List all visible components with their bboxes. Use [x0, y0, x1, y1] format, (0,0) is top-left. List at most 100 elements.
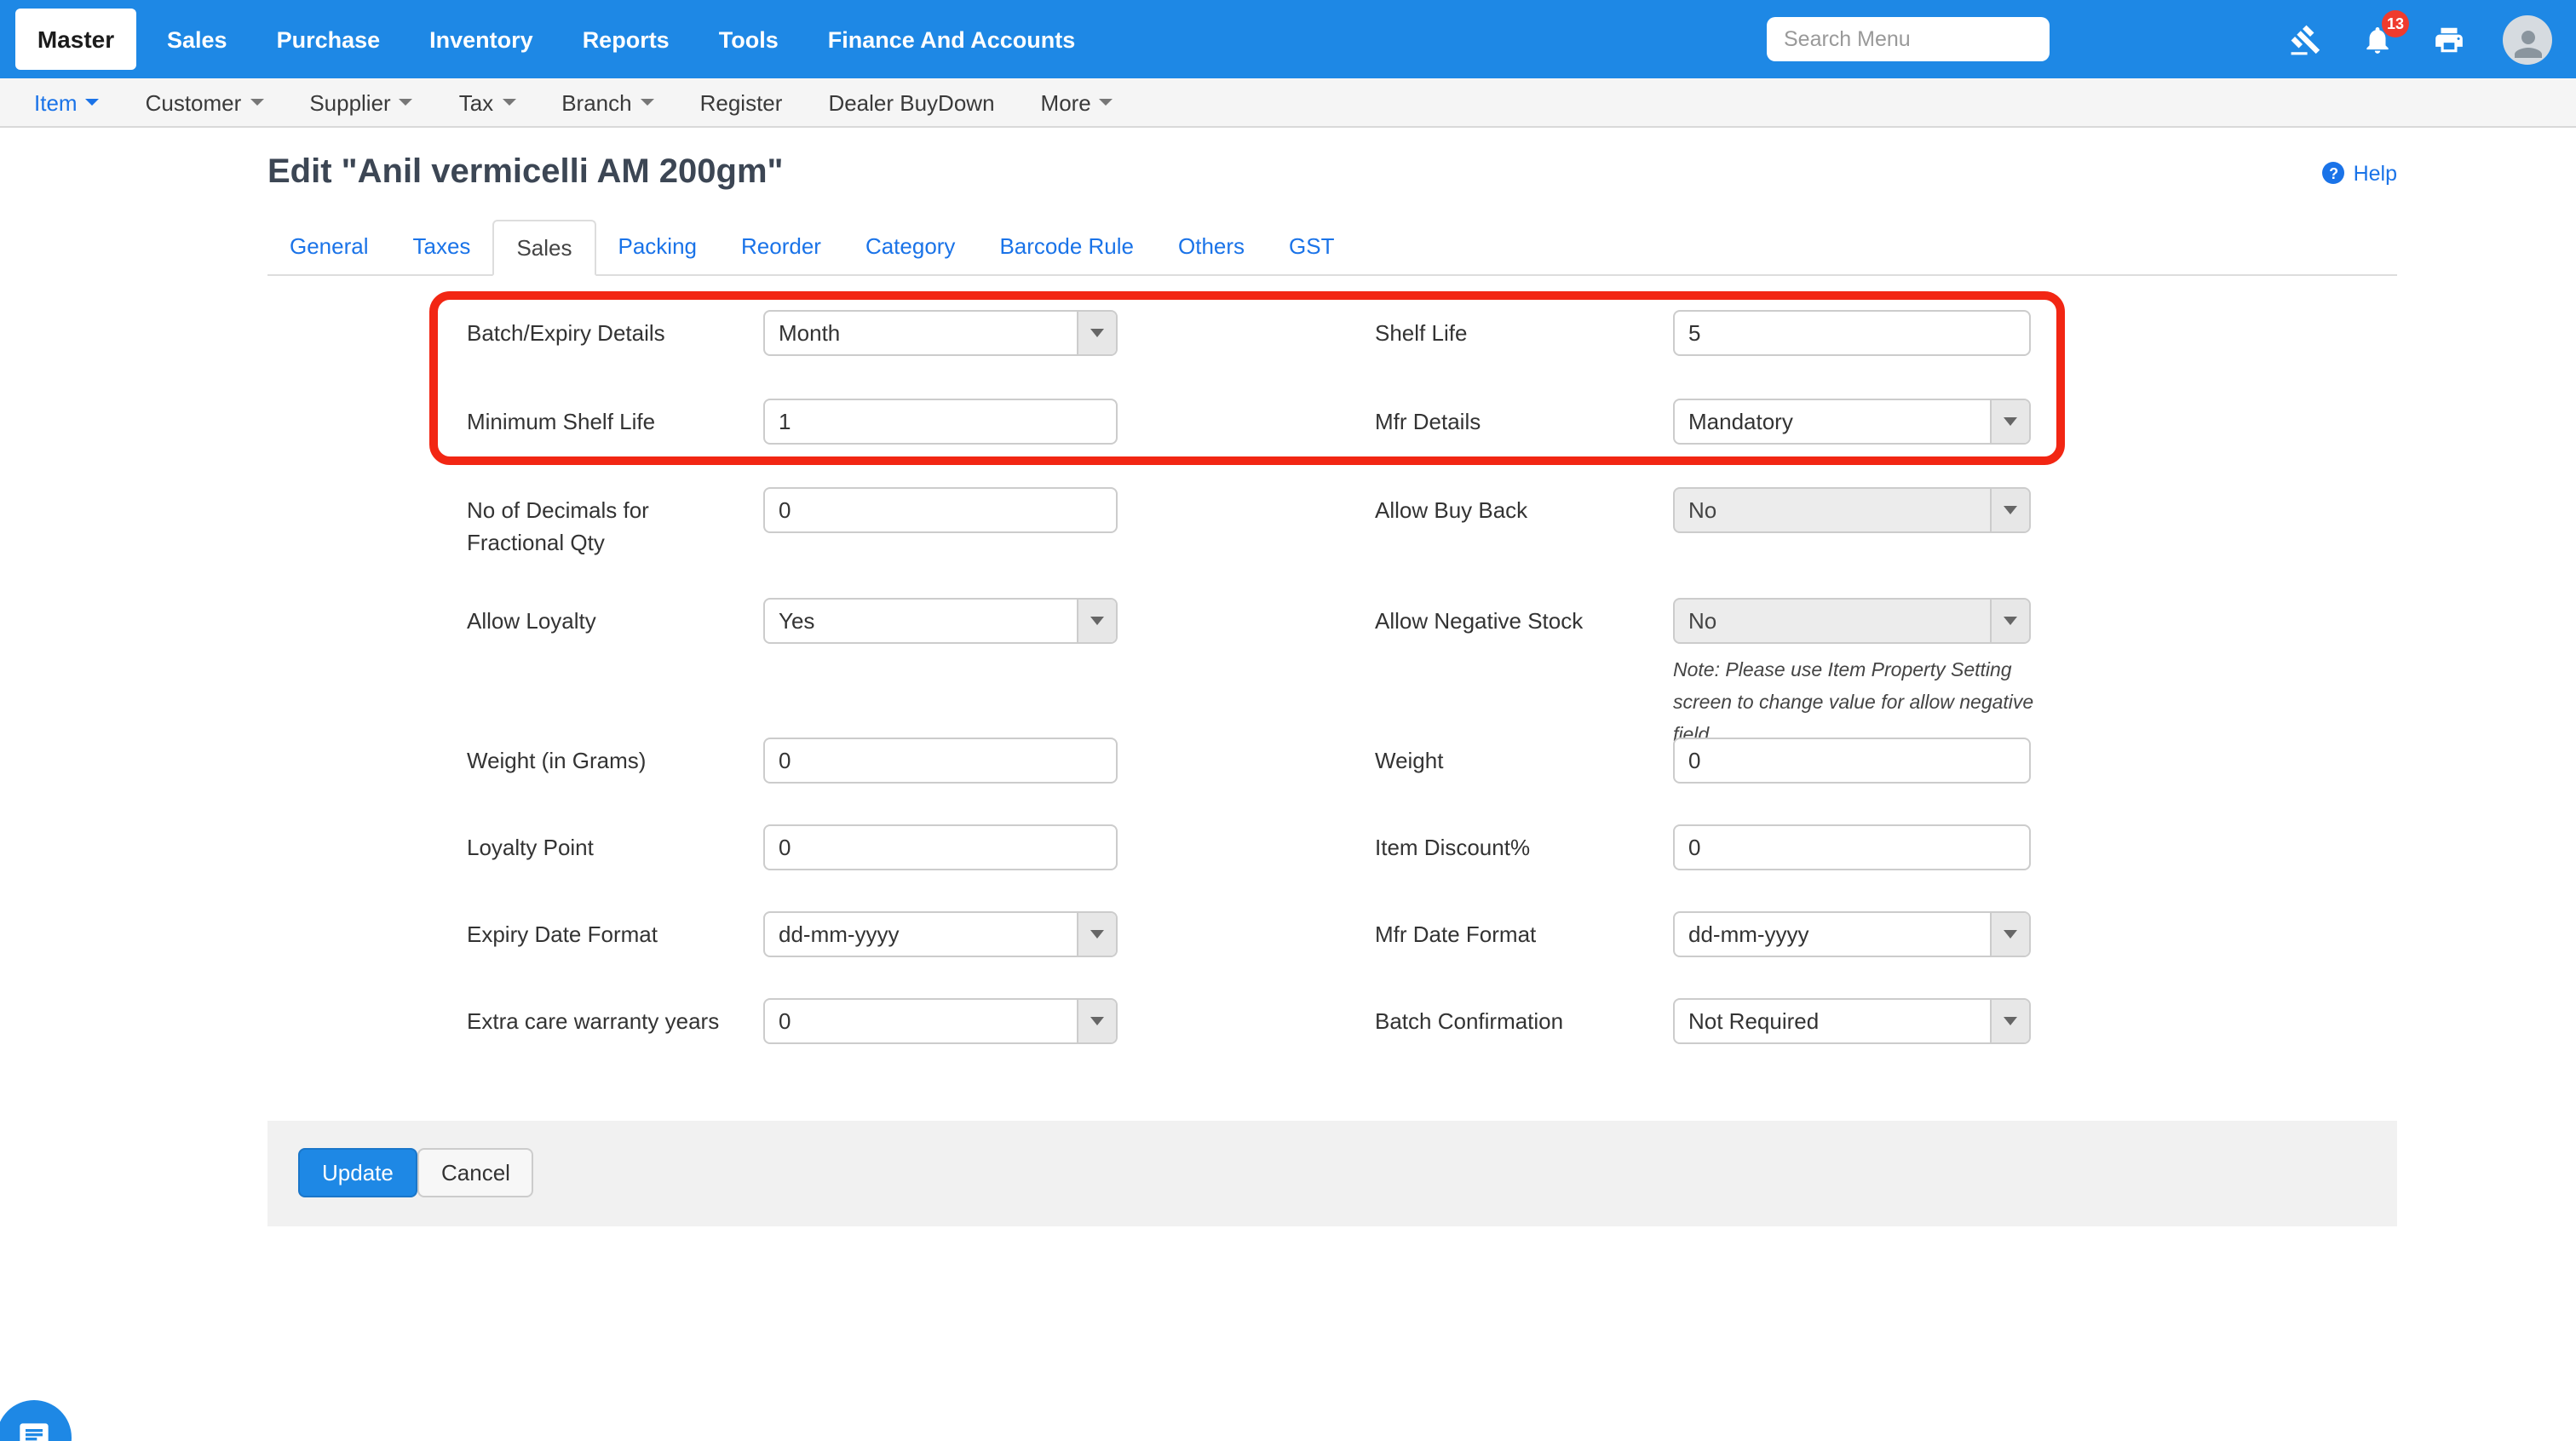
weight-input[interactable]: [1673, 738, 2031, 784]
nav-sales[interactable]: Sales: [167, 26, 227, 52]
extra-care-warranty-label: Extra care warranty years: [467, 1005, 739, 1037]
subnav-more-label: More: [1041, 89, 1091, 115]
allow-buy-back-select[interactable]: No: [1673, 487, 2031, 533]
subnav-supplier[interactable]: Supplier: [309, 89, 412, 115]
weight-in-grams-input[interactable]: [763, 738, 1118, 784]
shelf-life-input[interactable]: [1673, 310, 2031, 356]
nav-tools[interactable]: Tools: [719, 26, 779, 52]
chevron-down-icon: [400, 99, 413, 106]
allow-buy-back-value: No: [1675, 489, 1990, 531]
item-discount-input[interactable]: [1673, 824, 2031, 870]
subnav-supplier-label: Supplier: [309, 89, 390, 115]
nav-purchase[interactable]: Purchase: [277, 26, 381, 52]
subnav-item[interactable]: Item: [34, 89, 100, 115]
mfr-date-format-value: dd-mm-yyyy: [1675, 913, 1990, 956]
subnav-tax[interactable]: Tax: [459, 89, 515, 115]
tab-bar: General Taxes Sales Packing Reorder Cate…: [267, 220, 2397, 276]
subnav-customer-label: Customer: [146, 89, 242, 115]
search-input[interactable]: [1767, 17, 2050, 61]
update-button[interactable]: Update: [298, 1148, 417, 1197]
expiry-date-format-label: Expiry Date Format: [467, 918, 739, 950]
allow-negative-stock-label: Allow Negative Stock: [1375, 605, 1656, 637]
bell-icon[interactable]: 13: [2360, 22, 2394, 56]
app-root: Master Sales Purchase Inventory Reports …: [0, 0, 2576, 1441]
top-navbar: Master Sales Purchase Inventory Reports …: [0, 0, 2576, 78]
help-link[interactable]: ? Help: [2323, 161, 2397, 185]
subnav-dealer-buydown-label: Dealer BuyDown: [828, 89, 994, 115]
no-of-decimals-input[interactable]: [763, 487, 1118, 533]
allow-negative-stock-value: No: [1675, 600, 1990, 642]
help-label: Help: [2354, 161, 2397, 185]
subnav-more[interactable]: More: [1041, 89, 1113, 115]
chevron-down-icon[interactable]: [1990, 489, 2029, 531]
tab-category[interactable]: Category: [843, 220, 978, 274]
batch-confirmation-value: Not Required: [1675, 1000, 1990, 1042]
chevron-down-icon[interactable]: [1990, 600, 2029, 642]
sales-form: Batch/Expiry Details Month Shelf Life Mi…: [267, 276, 2397, 1088]
extra-care-warranty-value: 0: [765, 1000, 1077, 1042]
mfr-date-format-select[interactable]: dd-mm-yyyy: [1673, 911, 2031, 957]
chevron-down-icon[interactable]: [1990, 1000, 2029, 1042]
batch-confirmation-select[interactable]: Not Required: [1673, 998, 2031, 1044]
chevron-down-icon[interactable]: [1990, 400, 2029, 443]
minimum-shelf-life-input[interactable]: [763, 399, 1118, 445]
sub-navbar: Item Customer Supplier Tax Branch Regist…: [0, 78, 2576, 128]
weight-label: Weight: [1375, 744, 1656, 777]
nav-inventory[interactable]: Inventory: [429, 26, 533, 52]
chevron-down-icon: [1100, 99, 1113, 106]
nav-master[interactable]: Master: [15, 9, 136, 70]
subnav-dealer-buydown[interactable]: Dealer BuyDown: [828, 89, 994, 115]
help-icon: ?: [2323, 162, 2345, 184]
form-row: Extra care warranty years 0 Batch Confir…: [267, 995, 2397, 1088]
page-head: Edit "Anil vermicelli AM 200gm" ? Help: [267, 152, 2397, 194]
main-content: Edit "Anil vermicelli AM 200gm" ? Help G…: [267, 128, 2397, 1226]
chevron-down-icon[interactable]: [1990, 913, 2029, 956]
batch-expiry-details-value: Month: [765, 312, 1077, 354]
allow-negative-stock-select[interactable]: No: [1673, 598, 2031, 644]
subnav-branch[interactable]: Branch: [561, 89, 653, 115]
tab-reorder[interactable]: Reorder: [719, 220, 843, 274]
form-footer: Update Cancel: [267, 1121, 2397, 1226]
extra-care-warranty-select[interactable]: 0: [763, 998, 1118, 1044]
form-row: Minimum Shelf Life Mfr Details Mandatory: [267, 395, 2397, 484]
subnav-register[interactable]: Register: [700, 89, 783, 115]
subnav-register-label: Register: [700, 89, 783, 115]
mfr-date-format-label: Mfr Date Format: [1375, 918, 1656, 950]
loyalty-point-input[interactable]: [763, 824, 1118, 870]
subnav-customer[interactable]: Customer: [146, 89, 264, 115]
minimum-shelf-life-label: Minimum Shelf Life: [467, 405, 739, 438]
chevron-down-icon[interactable]: [1077, 312, 1116, 354]
expiry-date-format-select[interactable]: dd-mm-yyyy: [763, 911, 1118, 957]
tab-packing[interactable]: Packing: [596, 220, 720, 274]
chevron-down-icon: [250, 99, 263, 106]
form-row: Loyalty Point Item Discount%: [267, 821, 2397, 908]
tab-sales[interactable]: Sales: [492, 220, 595, 276]
allow-loyalty-select[interactable]: Yes: [763, 598, 1118, 644]
tab-others[interactable]: Others: [1156, 220, 1267, 274]
chevron-down-icon[interactable]: [1077, 1000, 1116, 1042]
gavel-icon[interactable]: [2288, 22, 2322, 56]
loyalty-point-label: Loyalty Point: [467, 831, 739, 864]
chevron-down-icon: [502, 99, 515, 106]
no-of-decimals-label: No of Decimals for Fractional Qty: [467, 494, 739, 559]
cancel-button[interactable]: Cancel: [417, 1148, 534, 1197]
mfr-details-label: Mfr Details: [1375, 405, 1656, 438]
topnav-right: 13: [1767, 14, 2576, 64]
chevron-down-icon[interactable]: [1077, 600, 1116, 642]
form-row: Weight (in Grams) Weight: [267, 734, 2397, 821]
tab-taxes[interactable]: Taxes: [391, 220, 493, 274]
printer-icon[interactable]: [2431, 22, 2465, 56]
chat-fab[interactable]: [0, 1400, 72, 1441]
page-title: Edit "Anil vermicelli AM 200gm": [267, 152, 784, 194]
avatar[interactable]: [2503, 14, 2552, 64]
tab-general[interactable]: General: [267, 220, 391, 274]
nav-finance-and-accounts[interactable]: Finance And Accounts: [828, 26, 1076, 52]
tab-barcode-rule[interactable]: Barcode Rule: [977, 220, 1156, 274]
mfr-details-value: Mandatory: [1675, 400, 1990, 443]
batch-expiry-details-select[interactable]: Month: [763, 310, 1118, 356]
nav-reports[interactable]: Reports: [583, 26, 670, 52]
subnav-tax-label: Tax: [459, 89, 493, 115]
chevron-down-icon[interactable]: [1077, 913, 1116, 956]
tab-gst[interactable]: GST: [1267, 220, 1356, 274]
mfr-details-select[interactable]: Mandatory: [1673, 399, 2031, 445]
